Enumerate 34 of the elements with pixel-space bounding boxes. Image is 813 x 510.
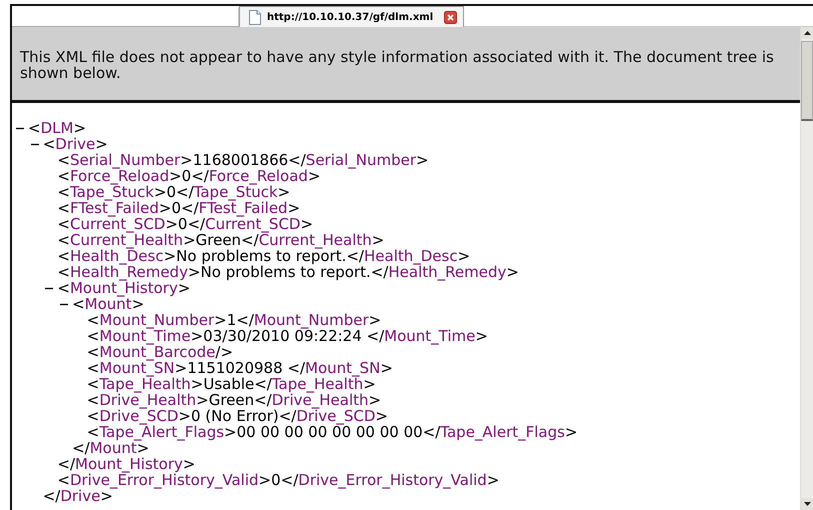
up-arrow-icon [804, 31, 810, 35]
page-icon [249, 10, 261, 24]
xml-line: <Mount_History> [57, 280, 190, 296]
xml-line: <Mount_Barcode/> [86, 344, 234, 360]
close-icon[interactable] [444, 10, 457, 24]
tab-title: http://10.10.10.37/gf/dlm.xml [267, 12, 434, 22]
down-arrow-icon [804, 502, 810, 506]
scrollbar-thumb[interactable] [801, 41, 813, 121]
xml-line: <Drive_Health>Green</Drive_Health> [86, 392, 382, 408]
browser-tab[interactable]: http://10.10.10.37/gf/dlm.xml [239, 6, 464, 27]
scroll-up-button[interactable] [801, 27, 813, 39]
xml-line: </Mount> [72, 440, 150, 456]
style-notice: This XML file does not appear to have any style information associated with it. The document tree is shown below. [20, 49, 775, 81]
scroll-down-button[interactable] [801, 498, 813, 510]
xml-line: <FTest_Failed>0</FTest_Failed> [57, 200, 300, 216]
xml-line: <Tape_Health>Usable</Tape_Health> [86, 376, 376, 392]
xml-line: <Drive> [42, 136, 108, 152]
xml-line: <Force_Reload>0</Force_Reload> [57, 168, 321, 184]
xml-line: <Mount_Number>1</Mount_Number> [86, 312, 382, 328]
xml-line: <DLM> [28, 120, 86, 136]
xml-line: <Mount_Time>03/30/2010 09:22:24 </Mount_Time> [86, 328, 488, 344]
xml-line: <Drive_Error_History_Valid>0</Drive_Error_History_Valid> [57, 472, 500, 488]
xml-line: <Health_Desc>No problems to report.</Health_Desc> [57, 248, 470, 264]
xml-line: <Current_Health>Green</Current_Health> [57, 232, 384, 248]
xml-line: <Mount_SN>1151020988 </Mount_SN> [86, 360, 393, 376]
xml-line: <Drive_SCD>0 (No Error)</Drive_SCD> [86, 408, 388, 424]
xml-line: </Mount_History> [57, 456, 196, 472]
xml-line: <Current_SCD>0</Current_SCD> [57, 216, 314, 232]
xml-line: <Serial_Number>1168001866</Serial_Number> [57, 152, 429, 168]
xml-line: <Tape_Alert_Flags>00 00 00 00 00 00 00 00</Tape_Alert_Flags> [86, 424, 578, 440]
xml-line: <Tape_Stuck>0</Tape_Stuck> [57, 184, 290, 200]
xml-line: <Health_Remedy>No problems to report.</Health_Remedy> [57, 264, 519, 280]
xml-line: </Drive> [42, 488, 113, 504]
xml-line: <Mount> [72, 296, 144, 312]
